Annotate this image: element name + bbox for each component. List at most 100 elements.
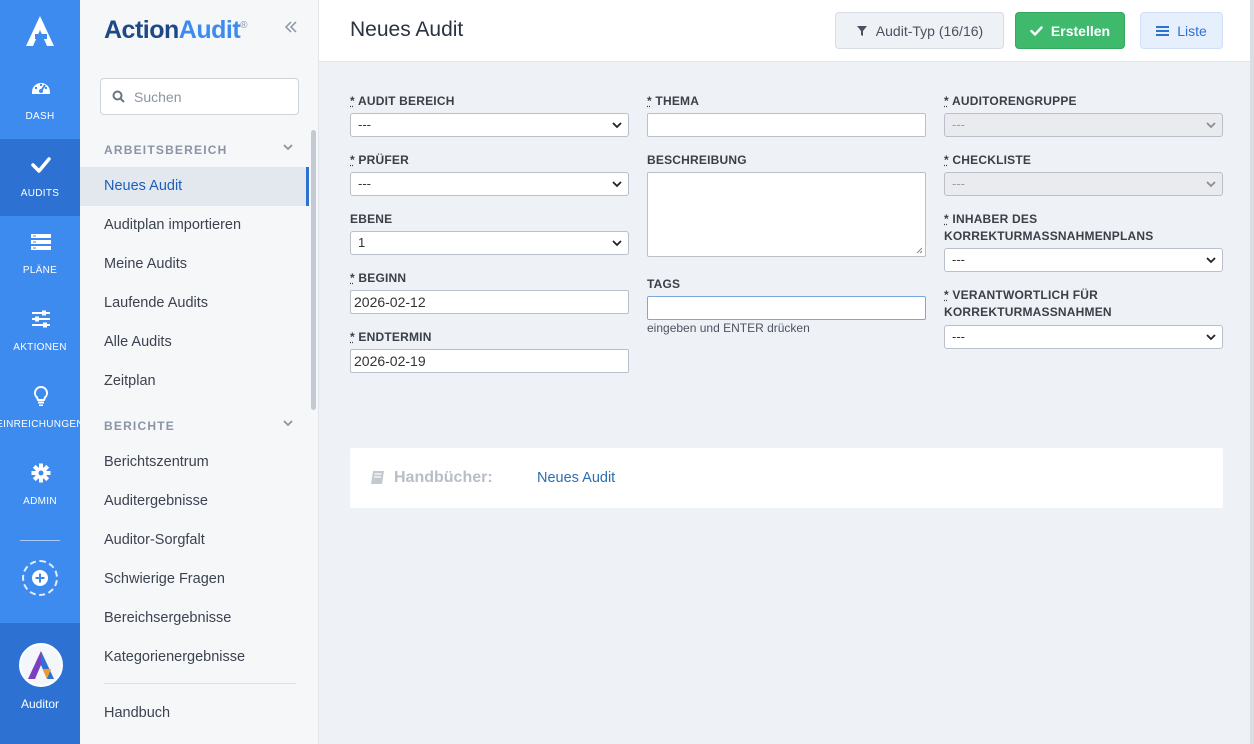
search-box[interactable]: [100, 78, 299, 115]
chevron-down-icon: [612, 122, 622, 129]
rail-label: EINREICHUNGEN: [0, 419, 84, 430]
sliders-icon: [32, 310, 50, 328]
tags-input[interactable]: [647, 296, 926, 320]
list-button[interactable]: Liste: [1140, 12, 1223, 49]
rail-item-admin[interactable]: ADMIN: [0, 447, 80, 524]
rail-label: AKTIONEN: [13, 342, 67, 353]
select-value: ---: [358, 117, 371, 132]
rail-item-plaene[interactable]: PLÄNE: [0, 216, 80, 293]
section-title: ARBEITSBEREICH: [104, 143, 228, 157]
beschreibung-textarea[interactable]: [647, 172, 926, 257]
create-button[interactable]: Erstellen: [1015, 12, 1125, 49]
brand-part2: Audit: [178, 16, 241, 44]
checkliste-select[interactable]: ---: [944, 172, 1223, 196]
rail-label: AUDITS: [20, 188, 60, 199]
rail-item-audits[interactable]: AUDITS: [0, 139, 80, 216]
audit-bereich-select[interactable]: ---: [350, 113, 629, 137]
collapse-sidebar-icon[interactable]: [284, 20, 298, 34]
beschreibung-label: BESCHREIBUNG: [647, 153, 747, 167]
list-label: Liste: [1177, 22, 1207, 39]
chevron-down-icon: [1206, 181, 1216, 188]
nav-item-alle-audits[interactable]: Alle Audits: [80, 323, 309, 362]
nav-item-auditergebnisse[interactable]: Auditergebnisse: [80, 482, 309, 521]
top-bar: Neues Audit Audit-Typ (16/16) Erstellen …: [319, 0, 1254, 62]
nav-item-schwierige-fragen[interactable]: Schwierige Fragen: [80, 560, 309, 599]
nav-item-bereichsergebnisse[interactable]: Bereichsergebnisse: [80, 599, 309, 638]
endtermin-label: * ENDTERMIN: [350, 330, 432, 344]
dashboard-gauge-icon: [32, 83, 50, 94]
nav-item-laufende-audits[interactable]: Laufende Audits: [80, 284, 309, 323]
thema-input[interactable]: [647, 113, 926, 137]
chevron-down-icon: [283, 420, 293, 427]
nav-item-neues-audit[interactable]: Neues Audit: [80, 167, 309, 206]
manuals-panel: Handbücher: Neues Audit: [350, 448, 1223, 508]
sidebar: ActionAudit® ARBEITSBEREICH Neues Audit …: [80, 0, 319, 744]
add-button[interactable]: [22, 560, 58, 596]
search-icon: [112, 90, 125, 103]
rail-label: PLÄNE: [22, 265, 58, 276]
nav-item-kategorienergebnisse[interactable]: Kategorienergebnisse: [80, 638, 309, 677]
manuals-label: Handbücher:: [394, 469, 493, 486]
pruefer-select[interactable]: ---: [350, 172, 629, 196]
verantwortlich-select[interactable]: ---: [944, 325, 1223, 349]
chevron-down-icon: [1206, 122, 1216, 129]
select-value: 1: [358, 235, 366, 250]
section-header-berichte[interactable]: BERICHTE: [104, 419, 294, 433]
user-avatar-logo-icon: [28, 651, 54, 679]
inhaber-select[interactable]: ---: [944, 248, 1223, 272]
chevron-down-icon: [612, 181, 622, 188]
nav-item-auditor-sorgfalt[interactable]: Auditor-Sorgfalt: [80, 521, 309, 560]
nav-item-handbuch[interactable]: Handbuch: [80, 694, 309, 733]
manual-link-neues-audit[interactable]: Neues Audit: [537, 470, 615, 486]
inhaber-label: * INHABER DES KORREKTURMASSNAHMENPLANS: [944, 212, 1154, 243]
search-input[interactable]: [134, 87, 289, 107]
ebene-select[interactable]: 1: [350, 231, 629, 255]
gear-icon: [31, 463, 51, 483]
filter-label: Audit-Typ (16/16): [875, 22, 984, 39]
section-title: BERICHTE: [104, 419, 175, 433]
chevron-down-icon: [283, 144, 293, 151]
rail-item-dash[interactable]: DASH: [0, 62, 80, 139]
sidebar-scrollbar[interactable]: [311, 130, 316, 410]
actionaudit-logo-icon: [26, 16, 54, 46]
select-value: ---: [952, 329, 965, 344]
filter-icon: [856, 25, 867, 36]
section-header-arbeitsbereich[interactable]: ARBEITSBEREICH: [104, 143, 294, 157]
create-label: Erstellen: [1050, 22, 1111, 39]
nav-item-zeitplan[interactable]: Zeitplan: [80, 362, 309, 401]
lightbulb-icon: [33, 385, 49, 406]
brand-part1: Action: [104, 16, 179, 44]
page-scrollbar[interactable]: [1250, 0, 1254, 744]
brand-logo[interactable]: ActionAudit®: [104, 16, 248, 45]
page-title: Neues Audit: [350, 18, 464, 41]
ebene-label: EBENE: [350, 212, 393, 226]
app-rail: DASH AUDITS PLÄNE AKTIONEN EINREICHUNGEN…: [0, 0, 84, 744]
nav-item-meine-audits[interactable]: Meine Audits: [80, 245, 309, 284]
rail-label: DASH: [25, 111, 55, 122]
tags-label: TAGS: [647, 277, 681, 291]
list-icon: [1156, 25, 1170, 36]
pruefer-label: * PRÜFER: [350, 153, 409, 167]
beginn-date-input[interactable]: 2026-02-12: [350, 290, 629, 314]
auditorengruppe-select[interactable]: ---: [944, 113, 1223, 137]
rail-item-aktionen[interactable]: AKTIONEN: [0, 293, 80, 370]
plus-icon: [32, 570, 48, 586]
chevron-down-icon: [612, 240, 622, 247]
endtermin-date-input[interactable]: 2026-02-19: [350, 349, 629, 373]
nav-item-auditplan-importieren[interactable]: Auditplan importieren: [80, 206, 309, 245]
app-logo[interactable]: [0, 0, 80, 62]
select-value: ---: [358, 176, 371, 191]
rail-item-einreichungen[interactable]: EINREICHUNGEN: [0, 370, 84, 447]
brand-registered: ®: [240, 20, 248, 31]
avatar[interactable]: [19, 643, 63, 687]
nav-item-berichtszentrum[interactable]: Berichtszentrum: [80, 443, 309, 482]
rail-divider: [20, 540, 60, 541]
thema-label: * THEMA: [647, 94, 700, 108]
checkliste-label: * CHECKLISTE: [944, 153, 1032, 167]
resize-handle-icon[interactable]: [916, 247, 923, 254]
audit-type-filter-button[interactable]: Audit-Typ (16/16): [835, 12, 1004, 49]
sidebar-divider: [104, 683, 296, 684]
chevron-down-icon: [1206, 257, 1216, 264]
user-menu[interactable]: Auditor: [0, 623, 80, 744]
audit-bereich-label: * AUDIT BEREICH: [350, 94, 455, 108]
